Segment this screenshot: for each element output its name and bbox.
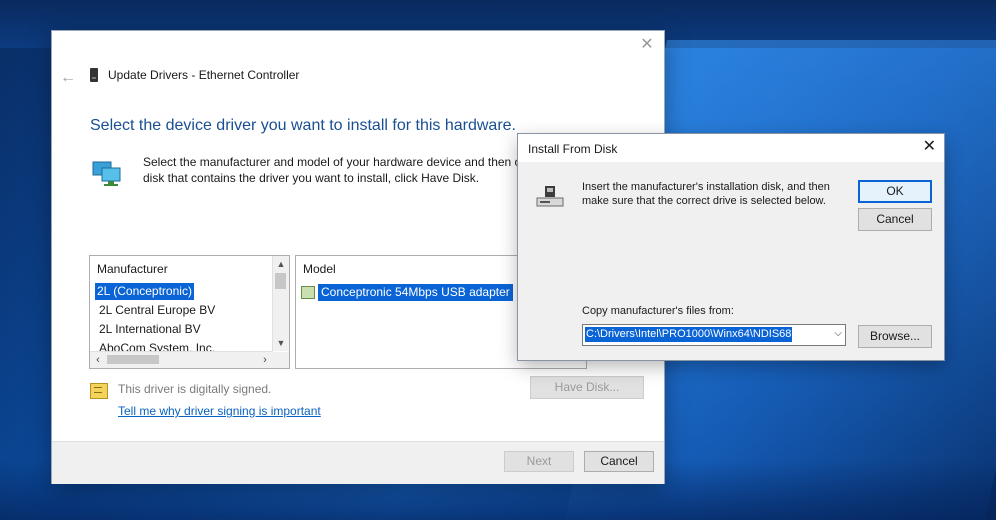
scroll-thumb[interactable] bbox=[275, 273, 286, 289]
signed-driver-icon bbox=[90, 383, 108, 399]
browse-button[interactable]: Browse... bbox=[858, 325, 932, 348]
model-header: Model bbox=[303, 262, 336, 276]
dialog-title: Install From Disk bbox=[528, 142, 618, 156]
dialog-instruction-line: Insert the manufacturer's installation d… bbox=[582, 181, 830, 193]
dialog-instruction: Insert the manufacturer's installation d… bbox=[582, 180, 842, 208]
horizontal-scrollbar[interactable]: ‹ › bbox=[90, 351, 273, 368]
dialog-titlebar: Install From Disk ✕ bbox=[518, 134, 944, 162]
close-icon[interactable]: ✕ bbox=[638, 36, 656, 54]
model-label: Conceptronic 54Mbps USB adapter bbox=[318, 284, 513, 301]
chevron-down-icon[interactable]: ⌵ bbox=[834, 328, 842, 339]
close-icon[interactable]: ✕ bbox=[923, 139, 936, 155]
manufacturer-list[interactable]: Manufacturer 2L (Conceptronic) 2L Centra… bbox=[89, 255, 290, 369]
scrollbar-corner bbox=[273, 352, 289, 368]
window-title: Update Drivers - Ethernet Controller bbox=[108, 68, 300, 82]
network-monitor-icon bbox=[92, 161, 121, 186]
dialog-cancel-button[interactable]: Cancel bbox=[858, 208, 932, 231]
copy-files-label: Copy manufacturer's files from: bbox=[582, 305, 734, 317]
page-heading: Select the device driver you want to ins… bbox=[90, 117, 516, 134]
cancel-button[interactable]: Cancel bbox=[584, 451, 654, 472]
ok-button[interactable]: OK bbox=[858, 180, 932, 203]
adapter-icon bbox=[301, 286, 315, 299]
install-from-disk-dialog: Install From Disk ✕ Insert the manufactu… bbox=[518, 134, 944, 360]
disk-drive-icon bbox=[536, 186, 564, 207]
dialog-instruction-line: make sure that the correct drive is sele… bbox=[582, 195, 826, 207]
driver-signing-link[interactable]: Tell me why driver signing is important bbox=[118, 404, 321, 418]
manufacturer-header: Manufacturer bbox=[97, 262, 168, 276]
have-disk-button[interactable]: Have Disk... bbox=[530, 376, 644, 399]
path-value[interactable]: C:\Drivers\Intel\PRO1000\Winx64\NDIS68 bbox=[585, 327, 793, 342]
list-item[interactable]: 2L (Conceptronic) bbox=[95, 283, 194, 300]
list-item[interactable]: Conceptronic 54Mbps USB adapter bbox=[301, 284, 513, 301]
scroll-up-icon[interactable]: ▲ bbox=[273, 256, 289, 272]
scroll-right-icon[interactable]: › bbox=[257, 352, 273, 368]
list-item[interactable]: 2L International BV bbox=[97, 321, 203, 338]
list-item[interactable]: 2L Central Europe BV bbox=[97, 302, 217, 319]
scroll-down-icon[interactable]: ▼ bbox=[273, 335, 289, 351]
scroll-left-icon[interactable]: ‹ bbox=[90, 352, 106, 368]
next-button[interactable]: Next bbox=[504, 451, 574, 472]
device-icon bbox=[90, 68, 98, 82]
signed-status-text: This driver is digitally signed. bbox=[118, 382, 272, 396]
path-combobox[interactable]: C:\Drivers\Intel\PRO1000\Winx64\NDIS68 ⌵ bbox=[582, 324, 846, 346]
scroll-thumb[interactable] bbox=[107, 355, 159, 364]
vertical-scrollbar[interactable]: ▲ ▼ bbox=[272, 256, 289, 351]
back-arrow-icon[interactable]: ← bbox=[60, 69, 76, 87]
